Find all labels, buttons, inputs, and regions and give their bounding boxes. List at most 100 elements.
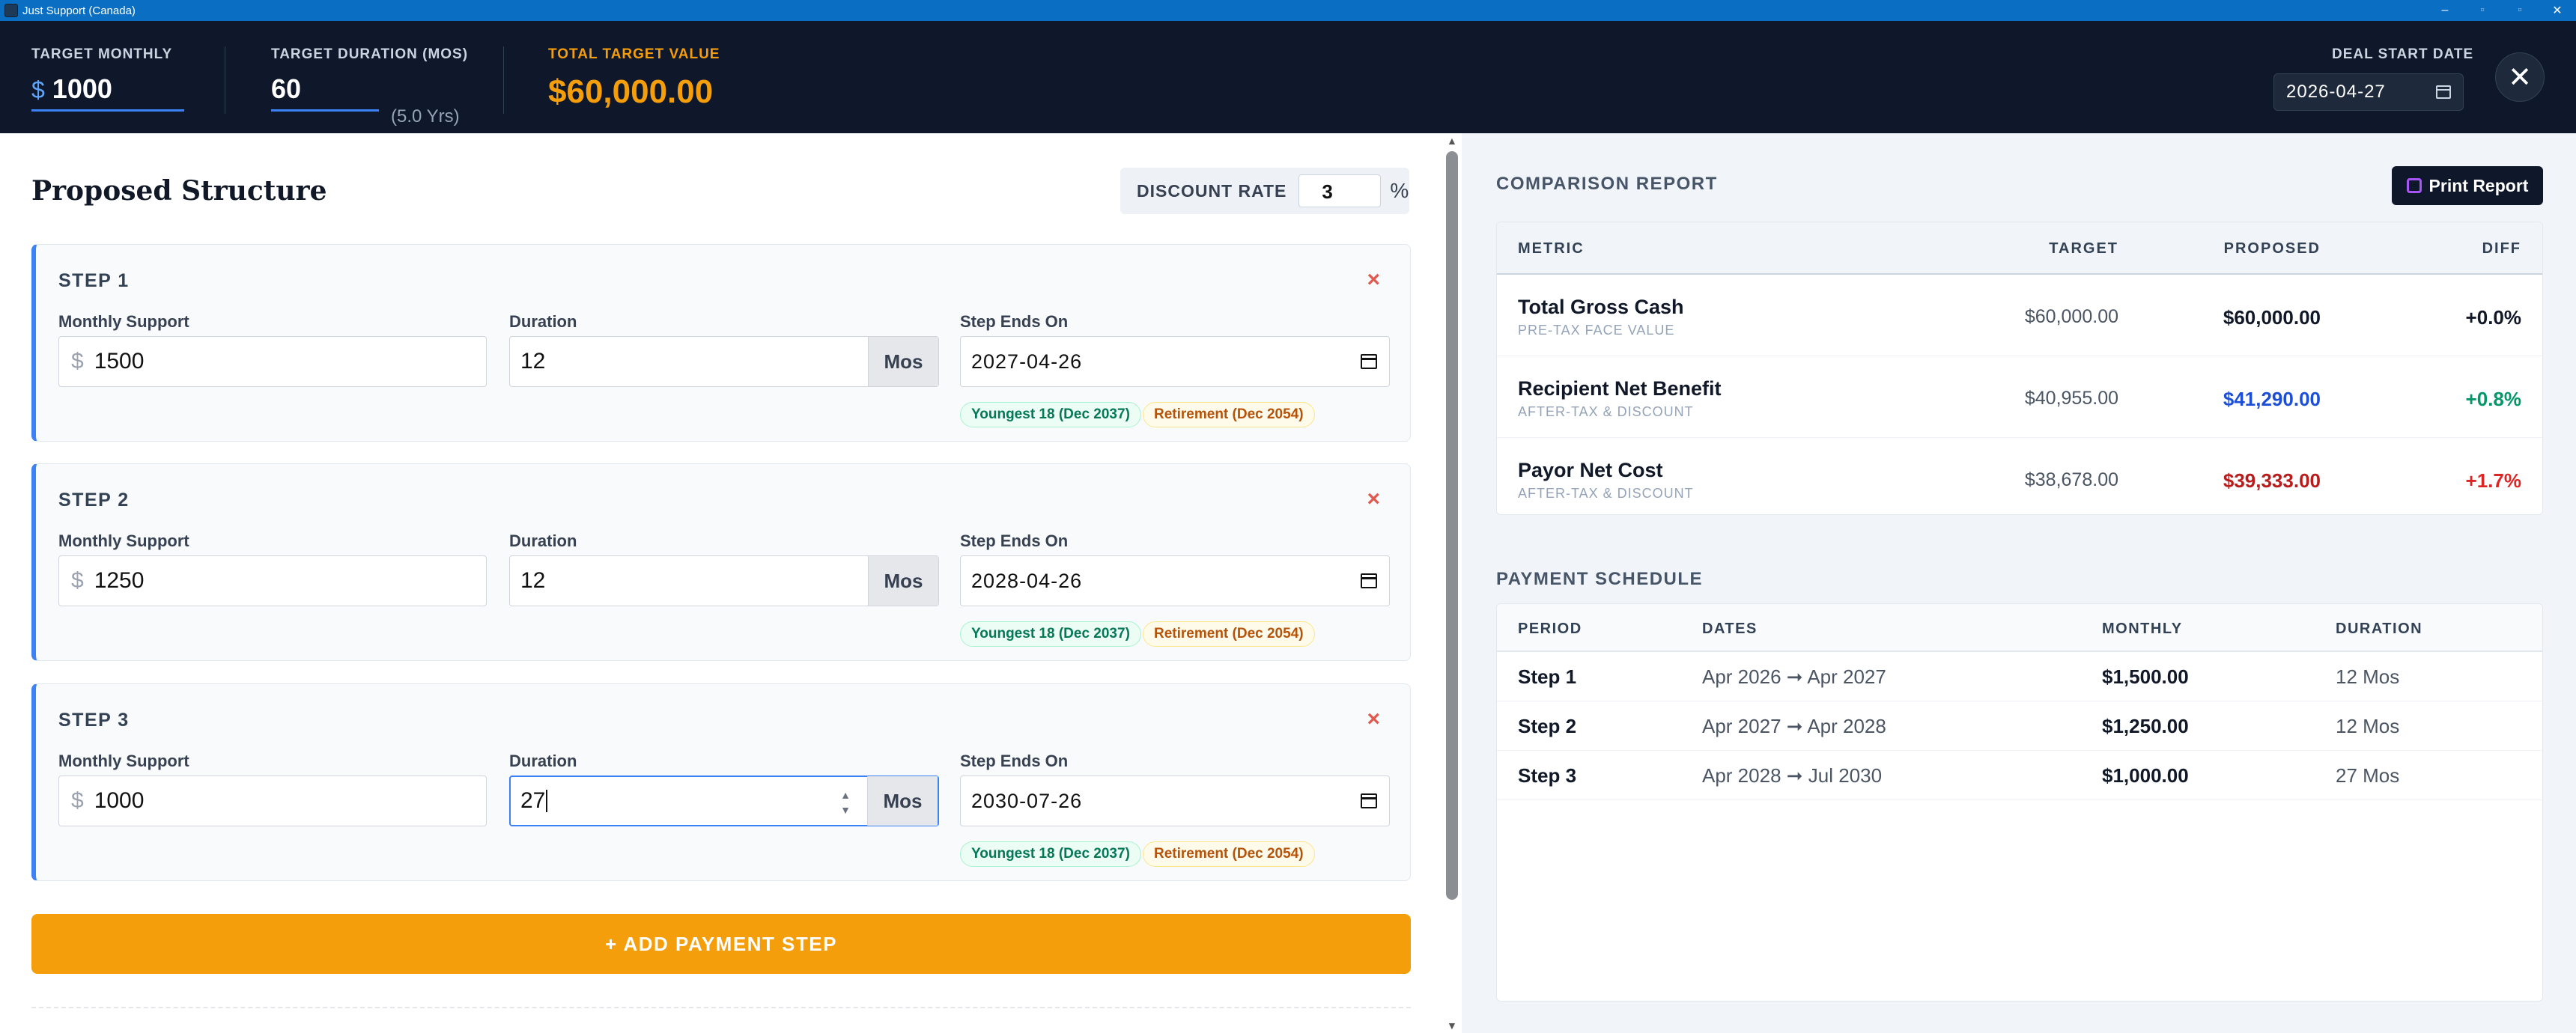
monthly-support-label: Monthly Support	[58, 531, 189, 550]
text-cursor	[546, 790, 548, 812]
currency-symbol: $	[71, 788, 84, 813]
scrollbar[interactable]: ▲ ▼	[1444, 133, 1462, 1033]
close-window-icon[interactable]: ✕	[2539, 0, 2576, 21]
diff-value: +0.0%	[2465, 306, 2521, 329]
step-ends-label: Step Ends On	[960, 752, 1069, 770]
close-button[interactable]: ✕	[2495, 52, 2545, 102]
remove-step-icon[interactable]: ×	[1367, 267, 1380, 293]
comparison-report-title: COMPARISON REPORT	[1496, 174, 1718, 194]
deal-start-date-value: 2026-04-27	[2286, 82, 2386, 102]
page-title: Proposed Structure	[31, 175, 327, 207]
scroll-up-icon[interactable]: ▲	[1447, 135, 1457, 147]
divider	[31, 1007, 1411, 1008]
column-header: PERIOD	[1518, 621, 1582, 637]
calendar-icon[interactable]	[1361, 573, 1377, 588]
step-ends-date-input[interactable]: 2027-04-26	[960, 336, 1390, 387]
total-target-value: $60,000.00	[548, 73, 714, 110]
duration-label: Duration	[509, 752, 577, 770]
step-name: STEP 1	[58, 270, 130, 291]
target-value: $38,678.00	[2024, 469, 2118, 490]
duration-input[interactable]: 27 ▲ ▼ Mos	[509, 775, 939, 826]
payment-step-card: STEP 1 × Monthly Support $ 1500 Duration…	[31, 244, 1411, 442]
retirement-badge: Retirement (Dec 2054)	[1143, 621, 1315, 647]
target-monthly-value: 1000	[52, 73, 112, 104]
discount-rate-unit: %	[1390, 179, 1409, 202]
dates-cell: Apr 2028 ➞ Jul 2030	[1702, 764, 1883, 787]
calendar-icon[interactable]	[1361, 354, 1377, 369]
minimize-icon[interactable]: –	[2426, 0, 2464, 21]
restore-icon: ▫	[2518, 4, 2522, 16]
step-ends-date-input[interactable]: 2030-07-26	[960, 775, 1390, 826]
duration-value: 27	[520, 788, 546, 813]
duration-cell: 27 Mos	[2336, 764, 2400, 787]
target-value: $60,000.00	[2024, 306, 2118, 327]
total-target-field: TOTAL TARGET VALUE $60,000.00	[548, 46, 720, 111]
step-ends-date-input[interactable]: 2028-04-26	[960, 555, 1390, 606]
total-target-label: TOTAL TARGET VALUE	[548, 46, 720, 62]
monthly-support-value: 1250	[94, 568, 145, 593]
monthly-support-input[interactable]: $ 1500	[58, 336, 487, 387]
deal-start-date-input[interactable]: 2026-04-27	[2273, 73, 2464, 111]
app-icon	[4, 4, 18, 17]
metric-name: Payor Net Cost	[1518, 459, 1663, 481]
monthly-support-value: 1500	[94, 349, 145, 374]
table-row: Total Gross Cash PRE-TAX FACE VALUE $60,…	[1497, 275, 2542, 356]
target-duration-field: TARGET DURATION (MOS) 60 (5.0 Yrs)	[271, 46, 469, 127]
print-report-button[interactable]: Print Report	[2392, 166, 2543, 205]
discount-rate-input[interactable]: 3	[1298, 174, 1382, 207]
period-cell: Step 1	[1518, 665, 1577, 688]
table-row: Step 1 Apr 2026 ➞ Apr 2027 $1,500.00 12 …	[1497, 652, 2542, 701]
window-titlebar: Just Support (Canada) – ▫ ▫ ✕	[0, 0, 2576, 21]
remove-step-icon[interactable]: ×	[1367, 487, 1380, 512]
youngest-18-badge: Youngest 18 (Dec 2037)	[960, 402, 1141, 427]
calendar-icon[interactable]	[1361, 793, 1377, 808]
table-row: Payor Net Cost AFTER-TAX & DISCOUNT $38,…	[1497, 438, 2542, 514]
duration-cell: 12 Mos	[2336, 665, 2400, 688]
retirement-badge: Retirement (Dec 2054)	[1143, 402, 1315, 427]
metric-name: Recipient Net Benefit	[1518, 377, 1722, 400]
duration-cell: 12 Mos	[2336, 715, 2400, 737]
scroll-down-icon[interactable]: ▼	[1447, 1020, 1457, 1032]
step-ends-label: Step Ends On	[960, 312, 1069, 331]
step-ends-value: 2028-04-26	[971, 569, 1083, 592]
currency-symbol: $	[71, 349, 84, 374]
period-cell: Step 3	[1518, 764, 1577, 787]
proposed-structure-panel: Proposed Structure DISCOUNT RATE 3 % STE…	[0, 133, 1444, 1033]
column-header: PROPOSED	[2223, 240, 2321, 257]
maximize-icon[interactable]: ▫	[2464, 0, 2501, 21]
step-name: STEP 3	[58, 710, 130, 731]
metric-subtitle: AFTER-TAX & DISCOUNT	[1518, 486, 1694, 501]
add-payment-step-button[interactable]: + ADD PAYMENT STEP	[31, 914, 1411, 974]
target-monthly-input[interactable]: $ 1000	[31, 73, 184, 112]
duration-value: 12	[520, 349, 546, 374]
target-monthly-label: TARGET MONTHLY	[31, 46, 173, 62]
diff-value: +0.8%	[2465, 388, 2521, 410]
step-ends-label: Step Ends On	[960, 531, 1069, 550]
retirement-badge: Retirement (Dec 2054)	[1143, 841, 1315, 867]
monthly-cell: $1,500.00	[2102, 665, 2189, 688]
remove-step-icon[interactable]: ×	[1367, 707, 1380, 732]
table-row: Recipient Net Benefit AFTER-TAX & DISCOU…	[1497, 356, 2542, 438]
table-row: Step 2 Apr 2027 ➞ Apr 2028 $1,250.00 12 …	[1497, 701, 2542, 751]
discount-rate-label: DISCOUNT RATE	[1137, 180, 1287, 201]
target-duration-input[interactable]: 60	[271, 73, 379, 112]
calendar-icon[interactable]	[2436, 85, 2451, 99]
dates-cell: Apr 2027 ➞ Apr 2028	[1702, 715, 1886, 737]
monthly-support-label: Monthly Support	[58, 752, 189, 770]
duration-label: Duration	[509, 312, 577, 331]
proposed-value: $60,000.00	[2223, 306, 2321, 329]
stepper-arrows[interactable]: ▲ ▼	[840, 787, 851, 817]
window-title: Just Support (Canada)	[22, 4, 136, 17]
duration-input[interactable]: 12 Mos	[509, 336, 939, 387]
scrollbar-thumb[interactable]	[1446, 151, 1458, 900]
step-ends-value: 2030-07-26	[971, 789, 1083, 812]
youngest-18-badge: Youngest 18 (Dec 2037)	[960, 841, 1141, 867]
duration-input[interactable]: 12 Mos	[509, 555, 939, 606]
monthly-support-input[interactable]: $ 1250	[58, 555, 487, 606]
monthly-support-input[interactable]: $ 1000	[58, 775, 487, 826]
target-duration-value: 60	[271, 73, 302, 104]
target-duration-label: TARGET DURATION (MOS)	[271, 46, 469, 62]
table-header: METRIC TARGET PROPOSED DIFF	[1497, 222, 2542, 275]
monthly-cell: $1,000.00	[2102, 764, 2189, 787]
target-value: $40,955.00	[2024, 388, 2118, 409]
